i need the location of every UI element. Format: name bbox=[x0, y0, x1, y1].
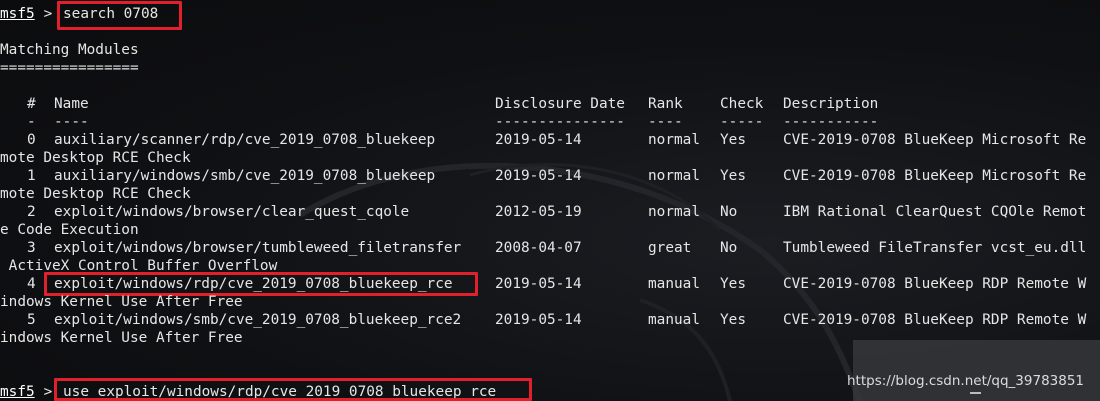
header-description: Description bbox=[783, 96, 879, 112]
table-row: 0 auxiliary/scanner/rdp/cve_2019_0708_bl… bbox=[0, 131, 1100, 149]
table-row: 1 auxiliary/windows/smb/cve_2019_0708_bl… bbox=[0, 167, 1100, 185]
row-check: Yes bbox=[720, 276, 746, 292]
prompt-label: msf5 bbox=[0, 384, 35, 400]
row-number: 4 bbox=[27, 276, 36, 292]
row-module-name: exploit/windows/rdp/cve_2019_0708_blueke… bbox=[54, 276, 453, 292]
row-check: No bbox=[720, 240, 738, 256]
row-check: Yes bbox=[720, 132, 746, 148]
row-description-wrap: e Code Execution bbox=[0, 222, 139, 238]
table-row-selected: 4 exploit/windows/rdp/cve_2019_0708_blue… bbox=[0, 275, 1100, 293]
command-line-use: msf5 > use exploit/windows/rdp/cve_2019_… bbox=[0, 383, 496, 401]
rule-name: ---- bbox=[54, 114, 89, 130]
row-description-wrap: mote Desktop RCE Check bbox=[0, 186, 191, 202]
row-module-name: auxiliary/windows/smb/cve_2019_0708_blue… bbox=[54, 168, 436, 184]
rule-number: - bbox=[27, 114, 36, 130]
row-module-name: exploit/windows/browser/clear_quest_cqol… bbox=[54, 204, 410, 220]
row-rank: manual bbox=[648, 276, 700, 292]
row-number: 3 bbox=[27, 240, 36, 256]
rule-rank: ---- bbox=[648, 114, 683, 130]
row-description-wrap: indows Kernel Use After Free bbox=[0, 330, 243, 346]
command-line-search: msf5 > search 0708 bbox=[0, 5, 158, 23]
prompt-separator: > bbox=[35, 6, 61, 22]
prompt-separator: > bbox=[35, 384, 61, 400]
row-description: Tumbleweed FileTransfer vcst_eu.dll bbox=[783, 240, 1087, 256]
row-date: 2019-05-14 bbox=[495, 168, 582, 184]
cursor-icon bbox=[970, 392, 981, 401]
row-description-wrap: indows Kernel Use After Free bbox=[0, 294, 243, 310]
row-rank: normal bbox=[648, 168, 700, 184]
row-check: Yes bbox=[720, 312, 746, 328]
rule-date: --------------- bbox=[495, 114, 625, 130]
row-number: 1 bbox=[27, 168, 36, 184]
row-date: 2019-05-14 bbox=[495, 312, 582, 328]
header-check: Check bbox=[720, 96, 764, 112]
row-module-name: exploit/windows/smb/cve_2019_0708_blueke… bbox=[54, 312, 462, 328]
table-header-rule: - ---- --------------- ---- ----- ------… bbox=[0, 113, 1100, 131]
row-module-name: exploit/windows/browser/tumbleweed_filet… bbox=[54, 240, 462, 256]
row-description: CVE-2019-0708 BlueKeep Microsoft Re bbox=[783, 168, 1087, 184]
row-rank: manual bbox=[648, 312, 700, 328]
table-header-row: # Name Disclosure Date Rank Check Descri… bbox=[0, 95, 1100, 113]
row-check: Yes bbox=[720, 168, 746, 184]
csdn-watermark: https://blog.csdn.net/qq_39783851 bbox=[847, 373, 1085, 389]
results-heading-rule: ================ bbox=[0, 60, 139, 76]
row-number: 5 bbox=[27, 312, 36, 328]
row-number: 0 bbox=[27, 132, 36, 148]
row-check: No bbox=[720, 204, 738, 220]
terminal-window[interactable]: msf5 > search 0708 Matching Modules ====… bbox=[0, 0, 1100, 401]
header-disclosure-date: Disclosure Date bbox=[495, 96, 625, 112]
row-description: CVE-2019-0708 BlueKeep RDP Remote W bbox=[783, 276, 1087, 292]
row-description: IBM Rational ClearQuest CQOle Remot bbox=[783, 204, 1087, 220]
row-number: 2 bbox=[27, 204, 36, 220]
row-module-name: auxiliary/scanner/rdp/cve_2019_0708_blue… bbox=[54, 132, 436, 148]
rule-check: ----- bbox=[720, 114, 764, 130]
table-row: 3 exploit/windows/browser/tumbleweed_fil… bbox=[0, 239, 1100, 257]
use-command-text[interactable]: use exploit/windows/rdp/cve_2019_0708_bl… bbox=[63, 383, 496, 401]
results-heading: Matching Modules bbox=[0, 42, 139, 58]
search-command-text[interactable]: search 0708 bbox=[63, 5, 158, 23]
row-date: 2008-04-07 bbox=[495, 240, 582, 256]
row-date: 2012-05-19 bbox=[495, 204, 582, 220]
header-name: Name bbox=[54, 96, 89, 112]
rule-description: ----------- bbox=[783, 114, 879, 130]
header-rank: Rank bbox=[648, 96, 683, 112]
row-description-wrap: mote Desktop RCE Check bbox=[0, 150, 191, 166]
table-row: 2 exploit/windows/browser/clear_quest_cq… bbox=[0, 203, 1100, 221]
row-rank: great bbox=[648, 240, 692, 256]
row-description: CVE-2019-0708 BlueKeep RDP Remote W bbox=[783, 312, 1087, 328]
row-rank: normal bbox=[648, 204, 700, 220]
prompt-label: msf5 bbox=[0, 6, 35, 22]
table-row: 5 exploit/windows/smb/cve_2019_0708_blue… bbox=[0, 311, 1100, 329]
header-number: # bbox=[27, 96, 36, 112]
row-rank: normal bbox=[648, 132, 700, 148]
row-description: CVE-2019-0708 BlueKeep Microsoft Re bbox=[783, 132, 1087, 148]
row-description-wrap: ActiveX Control Buffer Overflow bbox=[0, 258, 278, 274]
row-date: 2019-05-14 bbox=[495, 132, 582, 148]
row-date: 2019-05-14 bbox=[495, 276, 582, 292]
